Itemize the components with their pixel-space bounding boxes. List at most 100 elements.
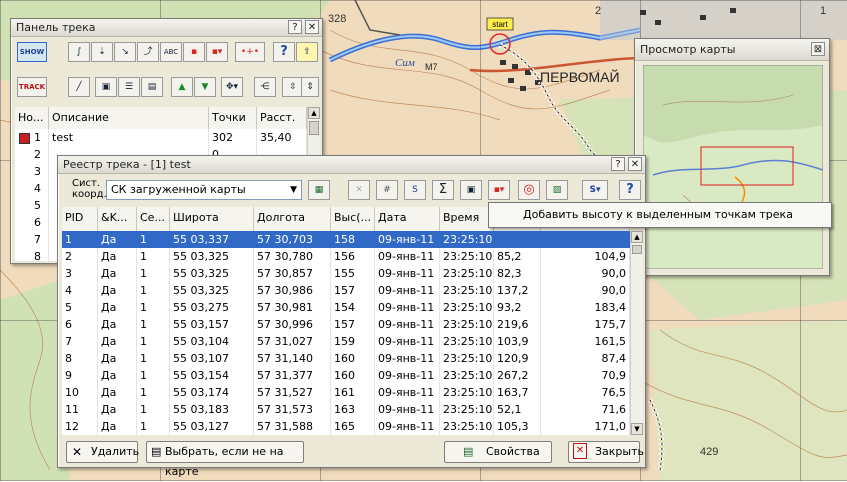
point-color-icon[interactable]: ▪ [183,42,205,62]
col-description[interactable]: Описание [49,107,209,129]
table-row[interactable]: 3 Да 1 55 03,325 57 30,857 155 09-янв-11 23:25:… [62,265,630,282]
map-copy-icon[interactable]: ▨ [546,180,568,200]
curve-tool-icon[interactable]: ∫ [68,42,90,62]
abc-label: ABC [163,48,179,56]
point-dropdown-icon[interactable]: ▪▾ [206,42,228,62]
panel-close-button[interactable]: ✕ [305,20,319,34]
path-tool-icon[interactable]: ⤴ [137,42,159,62]
table-row[interactable]: 8 Да 1 55 03,107 57 31,140 160 09-янв-11 23:25:… [62,350,630,367]
start-label: start [492,20,508,29]
table-row[interactable]: 7 Да 1 55 03,104 57 31,027 159 09-янв-11 23:25:… [62,333,630,350]
scroll-thumb[interactable] [632,245,642,254]
col-k[interactable]: &K... [98,207,137,231]
registry-help-button[interactable]: ? [611,157,625,171]
map-elevation-328: 328 [328,13,346,25]
table-row[interactable]: 9 Да 1 55 03,154 57 31,377 160 09-янв-11 23:25:… [62,367,630,384]
help-icon[interactable]: ? [619,180,641,200]
show-track-button[interactable]: SHOW [17,42,47,62]
table-row[interactable]: 12 Да 1 55 03,127 57 31,588 165 09-янв-11 23:25… [62,418,630,435]
cell-azimuth: 90,0 [541,265,630,282]
split-tool-icon[interactable]: ⇣ [91,42,113,62]
table-row[interactable]: 1 Да 1 55 03,337 57 30,703 158 09-янв-11 23:25:… [62,231,630,248]
abc-label-button[interactable]: ABC [160,42,182,62]
properties-icon[interactable]: ▤ [141,77,163,97]
panel-help-button[interactable]: ? [288,20,302,34]
cell-altitude: 155 [331,265,375,282]
save-icon[interactable]: ▣ [460,180,482,200]
coord-system-select[interactable]: СК загруженной карты ▼ [106,180,302,200]
table-row[interactable]: 10 Да 1 55 03,174 57 31,527 161 09-янв-11 23:25… [62,384,630,401]
cell-longitude: 57 30,780 [254,248,331,265]
collapse-icon[interactable]: ⇕ [301,77,319,97]
move-up-icon[interactable]: ▲ [171,77,193,97]
reorder-icon[interactable]: S [404,180,426,200]
add-point-icon[interactable]: •+• [235,42,265,62]
cell-date: 09-янв-11 [375,333,440,350]
col-points[interactable]: Точки [209,107,257,129]
map-grid-number-1: 1 [820,5,826,17]
col-altitude[interactable]: Выс(... [331,207,375,231]
col-pid[interactable]: PID [62,207,98,231]
close-button[interactable]: ✕ Закрыть [568,441,644,463]
record-track-button[interactable]: TRACK [17,77,47,97]
track-row[interactable]: 1 test 302 35,40 [15,129,307,146]
cell-time: 23:25:10 [440,265,494,282]
col-distance[interactable]: Расст. [257,107,307,129]
col-time[interactable]: Время [440,207,494,231]
track-row-number: 2 [15,146,49,163]
save-icon[interactable]: ▣ [95,77,117,97]
cell-distance: 163,7 [494,384,541,401]
table-row[interactable]: 11 Да 1 55 03,183 57 31,573 163 09-янв-11 23:25… [62,401,630,418]
cell-azimuth: 171,0 [541,418,630,435]
registry-title: Реестр трека - [1] test [63,158,191,171]
track-row-points: 302 [209,129,257,146]
script-dropdown-icon[interactable]: S▾ [582,180,608,200]
registry-titlebar[interactable]: Реестр трека - [1] test ? ✕ [58,156,645,174]
col-longitude[interactable]: Долгота [254,207,331,231]
sum-icon[interactable]: Σ [432,180,454,200]
registry-close-button[interactable]: ✕ [628,157,642,171]
map-image-icon[interactable]: ▦ [308,180,330,200]
col-segment[interactable]: Се... [137,207,170,231]
map-preview-close-button[interactable]: ⊠ [811,42,825,56]
map-preview-titlebar[interactable]: Просмотр карты ⊠ [635,39,829,61]
cell-distance: 103,9 [494,333,541,350]
cell-longitude: 57 31,027 [254,333,331,350]
cell-segment: 1 [137,384,170,401]
line-tool-icon[interactable]: ↘ [114,42,136,62]
list-icon[interactable]: ☰ [118,77,140,97]
col-number[interactable]: Но... [15,107,49,129]
scroll-down-arrow[interactable]: ▼ [631,423,643,435]
crosshair-disabled-icon[interactable]: ✕ [348,180,370,200]
merge-icon[interactable]: ✥▾ [221,77,243,97]
cell-k: Да [98,333,137,350]
table-row[interactable]: 4 Да 1 55 03,325 57 30,986 157 09-янв-11 23:25:… [62,282,630,299]
map-overview[interactable] [643,65,823,269]
table-row[interactable]: 5 Да 1 55 03,275 57 30,981 154 09-янв-11 23:25:… [62,299,630,316]
properties-button[interactable]: ▤ Свойства [444,441,552,463]
target-icon[interactable]: ◎ [518,180,540,200]
cell-distance [494,231,541,248]
grid-icon[interactable]: # [376,180,398,200]
cell-azimuth: 90,0 [541,282,630,299]
select-off-map-button[interactable]: ▤ Выбрать, если не на карте [146,441,304,478]
registry-scrollbar[interactable]: ▲ ▼ [630,231,643,435]
scroll-up-arrow[interactable]: ▲ [631,231,643,243]
cell-azimuth: 70,9 [541,367,630,384]
col-date[interactable]: Дата [375,207,440,231]
delete-button[interactable]: ✕ Удалить [66,441,139,463]
point-dropdown-icon[interactable]: ▪▾ [488,180,510,200]
table-row[interactable]: 6 Да 1 55 03,157 57 30,996 157 09-янв-11 23:25:… [62,316,630,333]
help-icon[interactable]: ? [273,42,295,62]
move-down-icon[interactable]: ▼ [194,77,216,97]
scroll-up-arrow[interactable]: ▲ [308,107,320,119]
upload-icon[interactable]: ⇧ [296,42,318,62]
line-draw-icon[interactable]: ╱ [68,77,90,97]
cell-k: Да [98,265,137,282]
branch-icon[interactable]: ⋲ [254,77,276,97]
cell-k: Да [98,248,137,265]
scroll-thumb[interactable] [309,121,319,135]
col-latitude[interactable]: Широта [170,207,254,231]
table-row[interactable]: 2 Да 1 55 03,325 57 30,780 156 09-янв-11 23:25:… [62,248,630,265]
track-panel-titlebar[interactable]: Панель трека ? ✕ [11,19,322,37]
